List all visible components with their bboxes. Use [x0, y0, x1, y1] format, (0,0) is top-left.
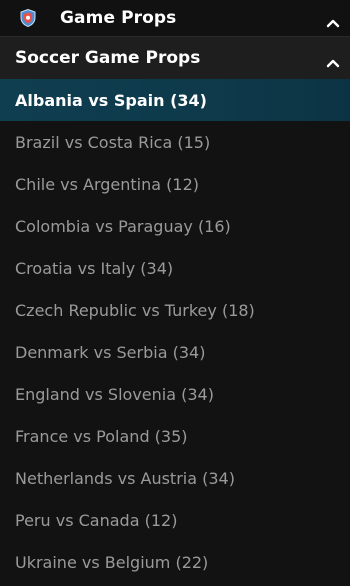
match-item[interactable]: Croatia vs Italy (34)	[0, 247, 350, 289]
match-list: Albania vs Spain (34) Brazil vs Costa Ri…	[0, 79, 350, 583]
match-item[interactable]: France vs Poland (35)	[0, 415, 350, 457]
match-item[interactable]: Denmark vs Serbia (34)	[0, 331, 350, 373]
chevron-up-icon[interactable]	[326, 53, 340, 68]
chevron-up-icon[interactable]	[326, 13, 340, 28]
shield-icon	[19, 9, 37, 27]
match-item[interactable]: Colombia vs Paraguay (16)	[0, 205, 350, 247]
soccer-game-props-header[interactable]: Soccer Game Props	[0, 37, 350, 79]
game-props-header[interactable]: Game Props	[0, 0, 350, 37]
subheader-title: Soccer Game Props	[15, 48, 201, 68]
match-item[interactable]: Peru vs Canada (12)	[0, 499, 350, 541]
match-item[interactable]: Czech Republic vs Turkey (18)	[0, 289, 350, 331]
match-item[interactable]: Chile vs Argentina (12)	[0, 163, 350, 205]
match-item[interactable]: Ukraine vs Belgium (22)	[0, 541, 350, 583]
match-item[interactable]: Brazil vs Costa Rica (15)	[0, 121, 350, 163]
game-props-panel: Game Props Soccer Game Props Albania vs …	[0, 0, 350, 586]
match-item-active[interactable]: Albania vs Spain (34)	[0, 79, 350, 121]
header-title: Game Props	[60, 8, 177, 28]
match-item[interactable]: England vs Slovenia (34)	[0, 373, 350, 415]
match-item[interactable]: Netherlands vs Austria (34)	[0, 457, 350, 499]
